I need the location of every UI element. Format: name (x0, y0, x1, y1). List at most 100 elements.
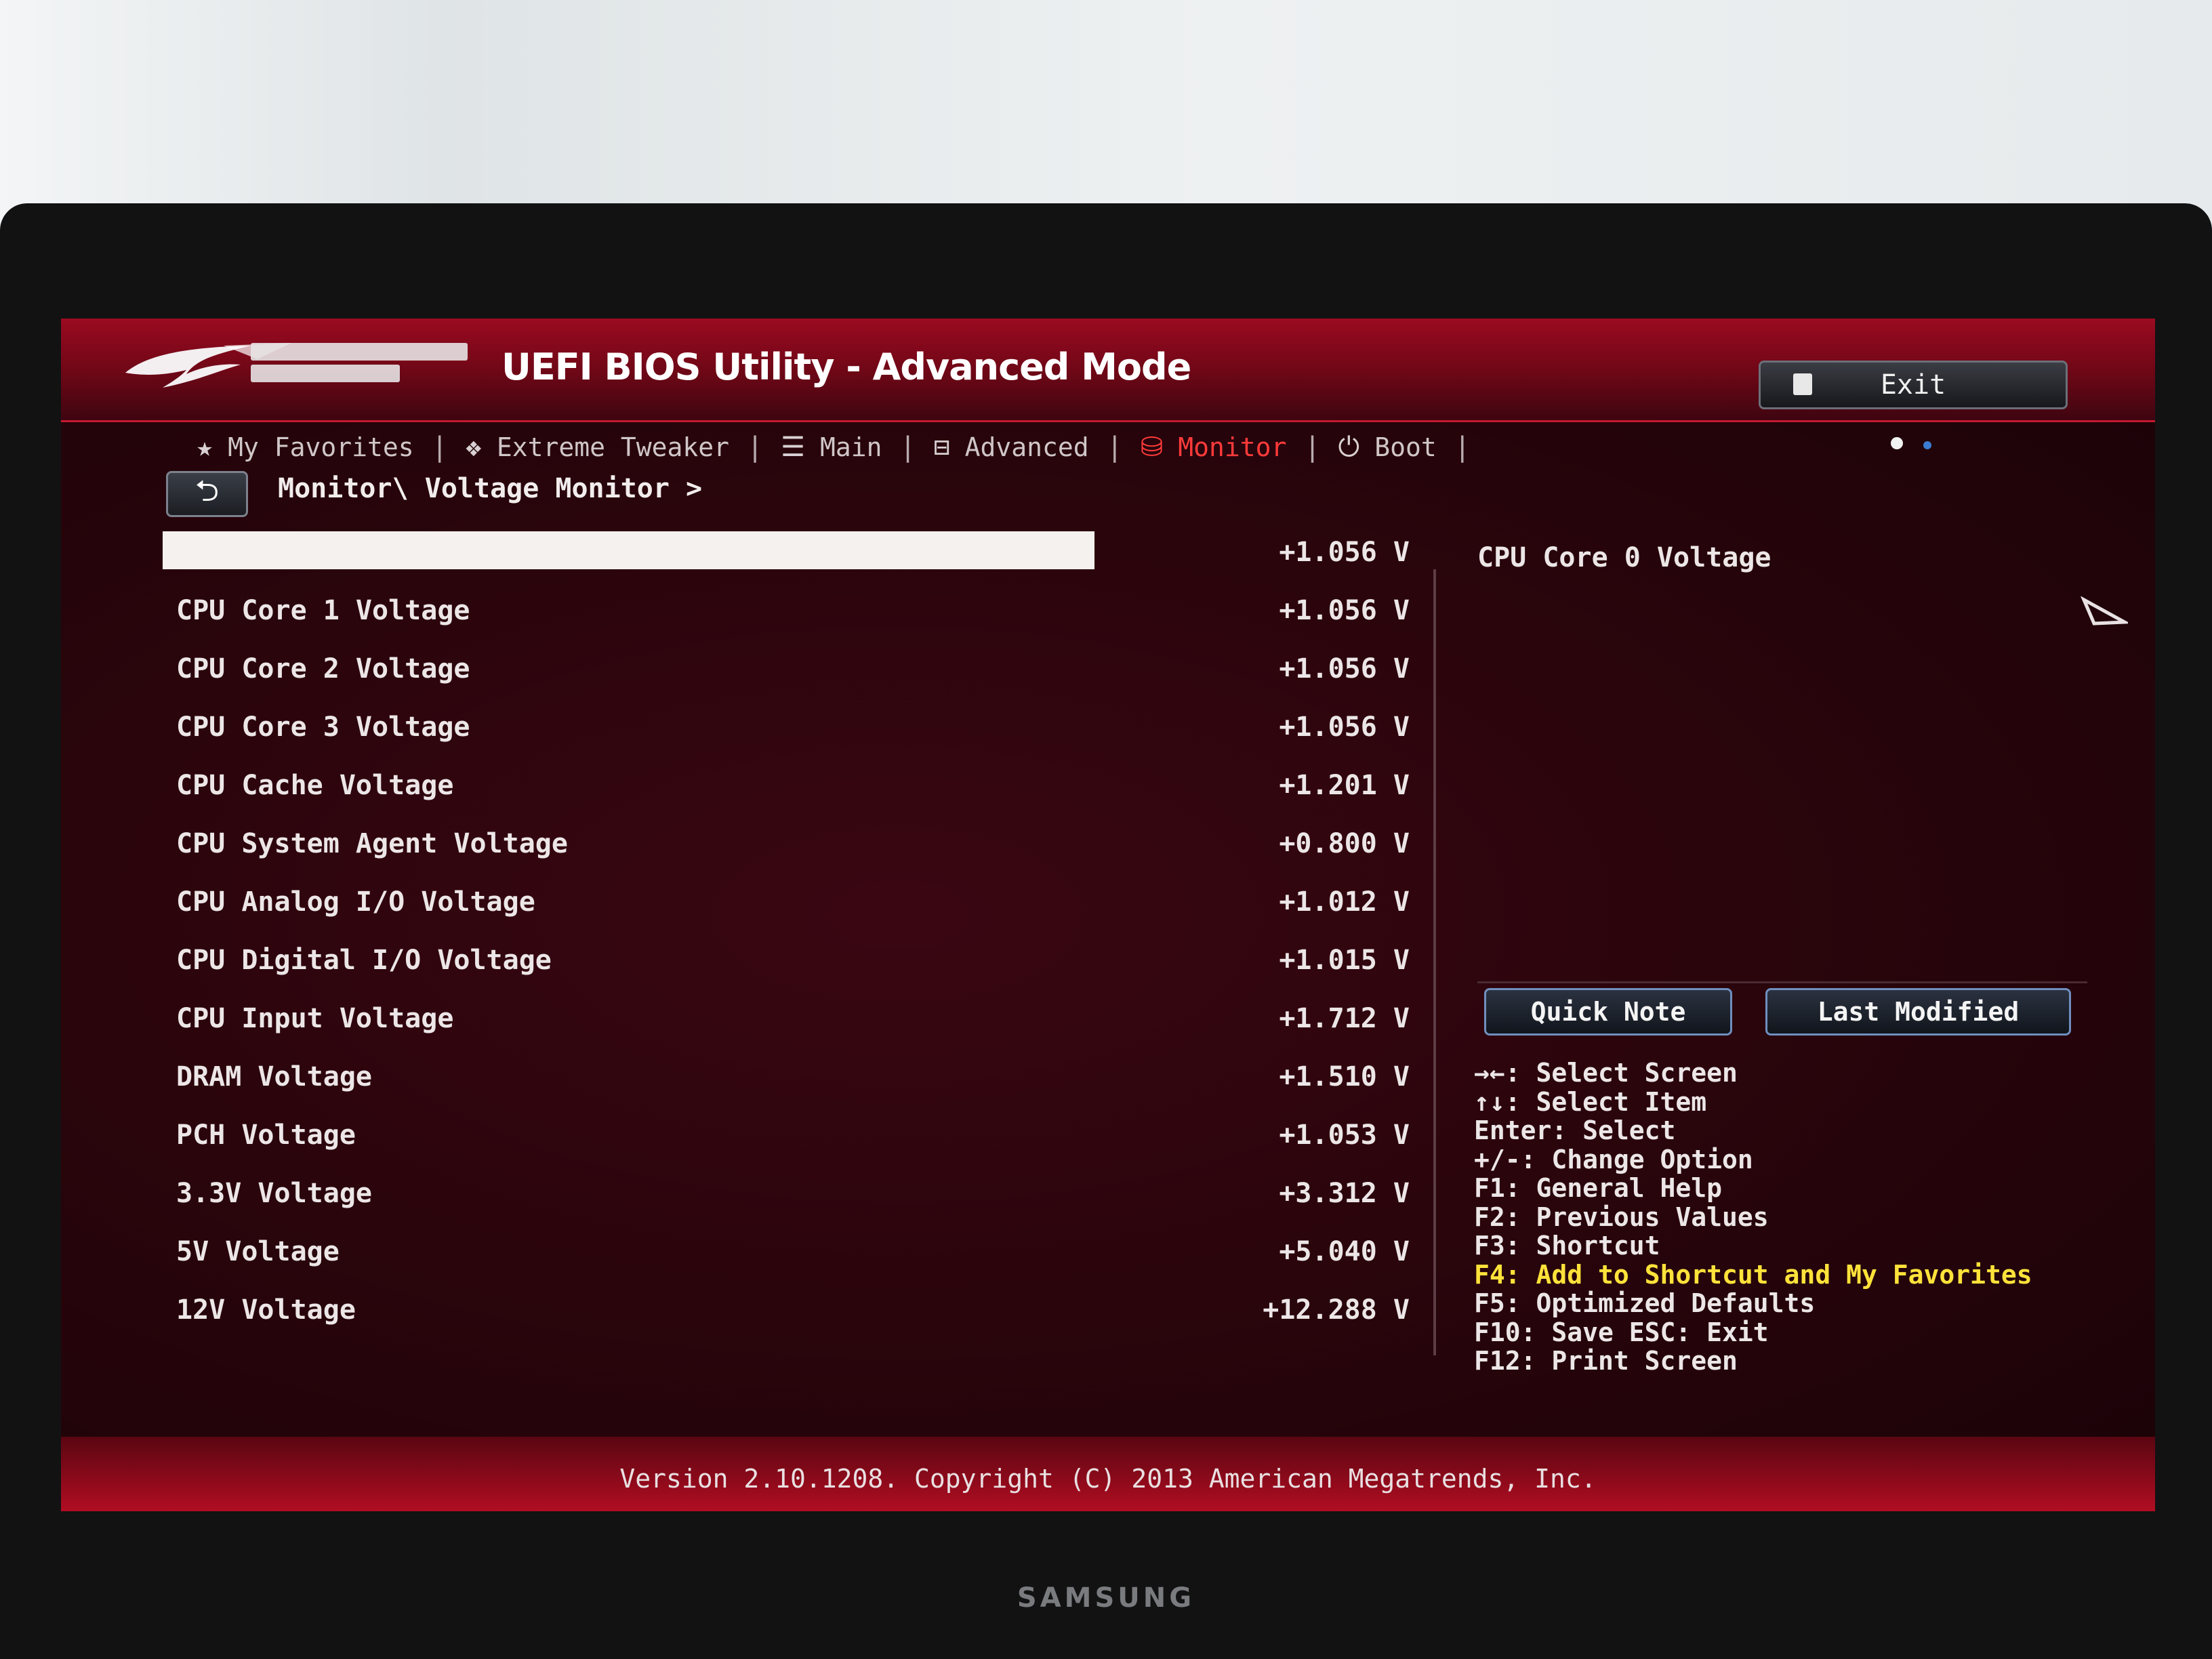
power-icon: ⏻ (1338, 432, 1360, 463)
voltage-label: 5V Voltage (176, 1236, 340, 1267)
tab-separator: | (431, 432, 448, 463)
voltage-value: +1.056 V (1279, 712, 1410, 743)
help-separator (1477, 981, 2087, 983)
rog-wordmark (251, 343, 481, 384)
tab-label: My Favorites (228, 432, 414, 462)
voltage-value: +1.056 V (1279, 537, 1410, 568)
key-help-item: +/-: Change Option (1474, 1144, 1753, 1174)
voltage-row[interactable]: CPU Core 3 Voltage +1.056 V (163, 703, 1410, 762)
voltage-value: +1.015 V (1279, 945, 1410, 976)
voltage-label: DRAM Voltage (176, 1061, 372, 1092)
advanced-icon: ⊟ (933, 432, 950, 463)
voltage-row[interactable]: CPU Core 1 Voltage +1.056 V (163, 587, 1410, 645)
voltage-label: CPU System Agent Voltage (176, 828, 568, 859)
tab-separator: | (1454, 432, 1471, 463)
main-tabs: ★ My Favorites | ❖ Extreme Tweaker | ☰ M… (197, 420, 2094, 474)
key-help-item: Enter: Select (1474, 1115, 1676, 1145)
voltage-value: +3.312 V (1279, 1178, 1410, 1209)
tab-separator: | (1106, 432, 1123, 463)
exit-label: Exit (1880, 369, 1946, 401)
key-help-item: F10: Save ESC: Exit (1474, 1317, 1769, 1347)
voltage-label: CPU Cache Voltage (176, 770, 454, 801)
breadcrumb: Monitor\ Voltage Monitor > (278, 473, 703, 504)
version-text: Version 2.10.1208. Copyright (C) 2013 Am… (619, 1464, 1597, 1494)
key-help-item: →←: Select Screen (1474, 1058, 1738, 1088)
selection-highlight (163, 531, 1094, 569)
page-dot-active[interactable] (1891, 437, 1903, 449)
voltage-value: +1.056 V (1279, 595, 1410, 626)
voltage-value: +1.056 V (1279, 653, 1410, 684)
tab-monitor[interactable]: ⛁ Monitor (1141, 432, 1287, 463)
voltage-value: +1.510 V (1279, 1061, 1410, 1092)
list-icon: ☰ (781, 432, 805, 463)
key-help-item: F2: Previous Values (1474, 1202, 1769, 1232)
voltage-row[interactable]: CPU Core 2 Voltage +1.056 V (163, 645, 1410, 703)
quick-note-button[interactable]: Quick Note (1484, 988, 1732, 1036)
tab-extreme-tweaker[interactable]: ❖ Extreme Tweaker (466, 432, 729, 463)
voltage-row[interactable]: 5V Voltage +5.040 V (163, 1228, 1410, 1286)
tab-label: Boot (1374, 432, 1437, 462)
tab-boot[interactable]: ⏻ Boot (1338, 432, 1437, 463)
voltage-label: 3.3V Voltage (176, 1178, 372, 1209)
voltage-label: CPU Digital I/O Voltage (176, 945, 552, 976)
star-icon: ★ (197, 432, 213, 463)
key-help-item-highlight: F4: Add to Shortcut and My Favorites (1474, 1259, 2032, 1290)
exit-button[interactable]: Exit (1759, 361, 2068, 409)
voltage-label: CPU Core 2 Voltage (176, 653, 470, 684)
voltage-list: +1.056 V CPU Core 1 Voltage +1.056 V CPU… (163, 529, 1410, 1345)
voltage-label: PCH Voltage (176, 1120, 356, 1151)
panel-divider (1433, 569, 1436, 1355)
voltage-row[interactable]: 3.3V Voltage +3.312 V (163, 1170, 1410, 1228)
voltage-label: 12V Voltage (176, 1294, 356, 1326)
voltage-label: CPU Core 1 Voltage (176, 595, 470, 626)
tweaker-icon: ❖ (465, 432, 482, 463)
key-help-item: F12: Print Screen (1474, 1346, 1738, 1376)
back-button[interactable]: ⮌ (166, 471, 248, 517)
voltage-label: CPU Analog I/O Voltage (176, 886, 535, 918)
back-arrow-icon: ⮌ (194, 473, 220, 508)
voltage-row[interactable]: CPU Analog I/O Voltage +1.012 V (163, 878, 1410, 937)
voltage-value: +0.800 V (1279, 828, 1410, 859)
voltage-label: CPU Input Voltage (176, 1003, 454, 1034)
tab-separator: | (899, 432, 916, 463)
voltage-label: CPU Core 3 Voltage (176, 712, 470, 743)
voltage-row-selected[interactable]: +1.056 V (163, 529, 1410, 587)
voltage-value: +1.012 V (1279, 886, 1410, 918)
monitor-icon: ⛁ (1140, 432, 1164, 463)
key-help-item: ↑↓: Select Item (1474, 1086, 1707, 1117)
voltage-row[interactable]: CPU Cache Voltage +1.201 V (163, 762, 1410, 820)
tab-main[interactable]: ☰ Main (781, 432, 882, 463)
bios-screen: UEFI BIOS Utility - Advanced Mode Exit ★… (61, 319, 2155, 1511)
voltage-row[interactable]: 12V Voltage +12.288 V (163, 1286, 1410, 1345)
tab-separator: | (747, 432, 764, 463)
voltage-value: +12.288 V (1263, 1294, 1410, 1326)
voltage-value: +5.040 V (1279, 1236, 1410, 1267)
page-title: UEFI BIOS Utility - Advanced Mode (501, 346, 1191, 388)
key-help-list: →←: Select Screen ↑↓: Select Item Enter:… (1474, 1059, 2032, 1376)
tab-label: Monitor (1178, 432, 1287, 462)
key-help-item: F1: General Help (1474, 1173, 1723, 1203)
tab-my-favorites[interactable]: ★ My Favorites (197, 432, 414, 463)
voltage-row[interactable]: CPU System Agent Voltage +0.800 V (163, 820, 1410, 878)
tab-separator: | (1304, 432, 1321, 463)
voltage-row[interactable]: PCH Voltage +1.053 V (163, 1111, 1410, 1170)
pointer-arrow-icon (2081, 596, 2128, 626)
tab-label: Advanced (964, 432, 1089, 462)
voltage-row[interactable]: CPU Digital I/O Voltage +1.015 V (163, 937, 1410, 995)
monitor-brand-logo: SAMSUNG (1017, 1582, 1195, 1614)
help-title: CPU Core 0 Voltage (1477, 542, 1771, 573)
voltage-value: +1.201 V (1279, 770, 1410, 801)
exit-icon (1793, 373, 1812, 395)
header-bar: UEFI BIOS Utility - Advanced Mode Exit (61, 319, 2155, 422)
voltage-row[interactable]: DRAM Voltage +1.510 V (163, 1053, 1410, 1111)
page-dot[interactable] (1923, 441, 1931, 449)
tab-label: Main (819, 432, 882, 462)
voltage-row[interactable]: CPU Input Voltage +1.712 V (163, 995, 1410, 1053)
tab-advanced[interactable]: ⊟ Advanced (934, 432, 1089, 463)
tab-label: Extreme Tweaker (496, 432, 729, 462)
page-indicator[interactable] (1891, 437, 1945, 452)
last-modified-button[interactable]: Last Modified (1765, 988, 2071, 1036)
voltage-value: +1.712 V (1279, 1003, 1410, 1034)
key-help-item: F5: Optimized Defaults (1474, 1288, 1816, 1318)
key-help-item: F3: Shortcut (1474, 1231, 1660, 1261)
